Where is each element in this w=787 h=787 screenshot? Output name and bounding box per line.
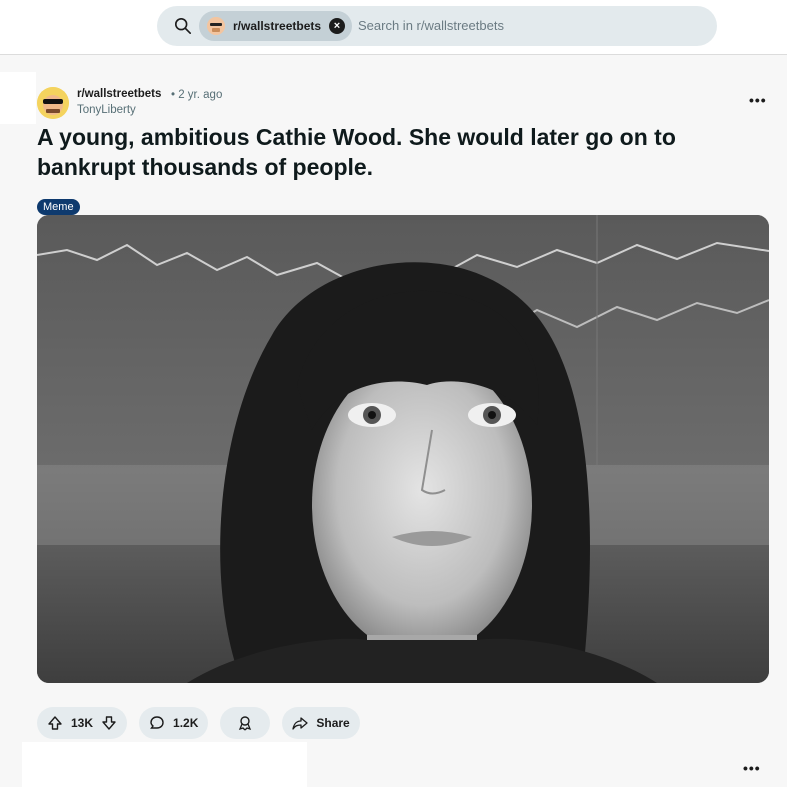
community-avatar-icon (207, 17, 225, 35)
more-options-icon[interactable]: ••• (743, 760, 765, 778)
award-icon (239, 716, 252, 731)
share-label: Share (316, 716, 350, 730)
top-bar: r/wallstreetbets × Search in r/wallstree… (0, 0, 787, 55)
left-panel-fragment (0, 72, 36, 124)
post-flair[interactable]: Meme (37, 199, 80, 215)
close-icon[interactable]: × (329, 18, 345, 34)
comments-button[interactable]: 1.2K (139, 707, 209, 739)
post-time: • 2 yr. ago (171, 89, 223, 101)
post-title[interactable]: A young, ambitious Cathie Wood. She woul… (37, 122, 737, 182)
post-action-bar: 13K 1.2K Share (37, 707, 360, 739)
post-image[interactable] (37, 215, 769, 683)
search-input[interactable]: Search in r/wallstreetbets (358, 18, 504, 33)
share-button[interactable]: Share (282, 707, 360, 739)
post-author[interactable]: TonyLiberty (77, 104, 136, 116)
share-icon (292, 717, 309, 730)
subreddit-name[interactable]: r/wallstreetbets (77, 88, 161, 100)
award-button[interactable] (220, 707, 271, 739)
downvote-icon[interactable] (101, 715, 117, 731)
vote-control: 13K (37, 707, 128, 739)
more-options-icon[interactable]: ••• (749, 92, 771, 110)
search-icon (174, 17, 192, 35)
comment-count: 1.2K (173, 716, 199, 730)
next-post-fragment (22, 742, 307, 787)
upvote-icon[interactable] (47, 715, 63, 731)
community-chip-label: r/wallstreetbets (233, 19, 322, 33)
comment-icon (150, 716, 164, 729)
community-filter-chip[interactable]: r/wallstreetbets × (199, 11, 352, 41)
subreddit-avatar[interactable] (37, 87, 69, 119)
vote-count: 13K (71, 716, 94, 730)
